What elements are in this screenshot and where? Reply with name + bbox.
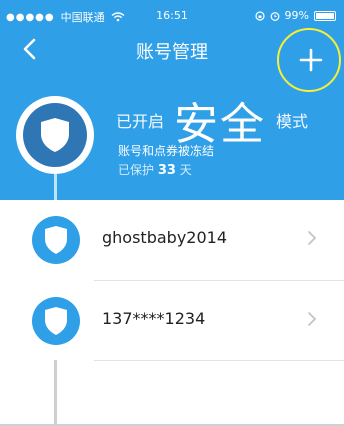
account-row[interactable]: 137****1234 <box>0 281 344 361</box>
protected-days-count: 33 <box>157 163 176 178</box>
shield-icon <box>45 226 67 254</box>
protected-days: 已保护 33 天 <box>118 161 192 178</box>
frozen-note: 账号和点券被冻结 <box>118 144 215 158</box>
plus-icon <box>299 48 323 72</box>
status-bar: ●●●●● 中国联通 16:51 99% <box>0 0 344 30</box>
battery-percent: 99% <box>284 9 309 22</box>
row-divider <box>94 360 344 361</box>
protected-prefix: 已保护 <box>118 163 155 177</box>
battery-icon <box>314 10 336 21</box>
shield-icon <box>41 118 69 152</box>
timeline-line-bottom <box>54 360 57 426</box>
alarm-icon <box>270 11 279 21</box>
account-row[interactable]: ghostbaby2014 <box>0 200 344 280</box>
account-list: ghostbaby2014 137****1234 <box>0 200 344 426</box>
chevron-right-icon <box>308 312 317 326</box>
status-right: 99% <box>254 9 336 22</box>
nav-bar: 账号管理 <box>0 28 344 92</box>
security-shield-circle <box>23 103 87 167</box>
security-shield-badge <box>16 96 94 174</box>
security-prefix: 已开启 <box>116 112 165 131</box>
protected-unit: 天 <box>179 163 192 177</box>
timeline-line-top <box>54 172 57 200</box>
shield-icon <box>45 307 67 335</box>
security-suffix: 模式 <box>276 112 309 131</box>
account-name: 137****1234 <box>102 309 206 328</box>
account-shield-badge <box>32 216 80 264</box>
account-name: ghostbaby2014 <box>102 228 227 247</box>
chevron-right-icon <box>308 231 317 245</box>
add-account-button[interactable] <box>277 28 341 92</box>
rotation-lock-icon <box>254 10 265 21</box>
account-shield-badge <box>32 297 80 345</box>
